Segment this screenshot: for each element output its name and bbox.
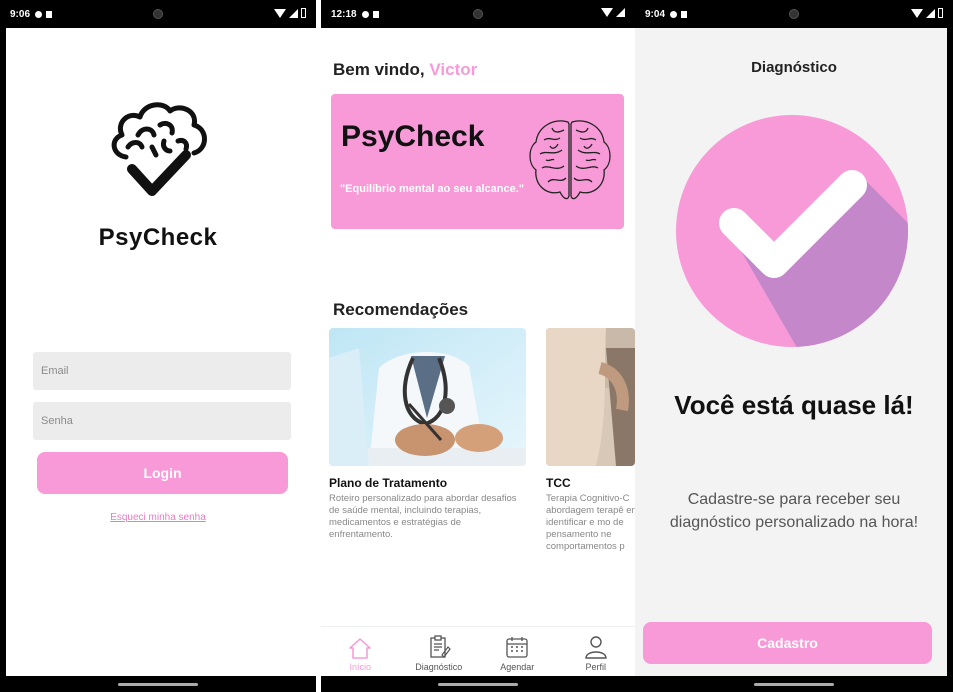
settings-icon (361, 10, 369, 18)
card-title: Plano de Tratamento (329, 476, 448, 490)
home-screen: 12:18 Bem vindo, Victor PsyCheck "Equilí… (321, 0, 635, 692)
system-nav-bar (321, 676, 635, 692)
notification-icon (46, 10, 53, 18)
nav-label: Perfil (585, 662, 606, 672)
status-bar: 9:04 (635, 0, 953, 28)
nav-label: Diagnóstico (415, 662, 463, 672)
recommendation-card[interactable]: TCC Terapia Cognitivo-C abordagem terapê… (546, 328, 635, 552)
home-gesture-pill[interactable] (438, 683, 518, 686)
home-gesture-pill[interactable] (118, 683, 198, 686)
nav-label: Agendar (500, 662, 535, 672)
recommendation-card[interactable]: Plano de Tratamento Roteiro personalizad… (329, 328, 526, 541)
nav-item-perfil[interactable]: Perfil (557, 627, 636, 676)
card-title: TCC (546, 476, 571, 490)
status-bar: 9:06 (0, 0, 316, 28)
status-time: 9:06 (10, 8, 31, 20)
brain-icon (529, 120, 611, 200)
card-description: Roteiro personalizado para abordar desaf… (329, 493, 517, 540)
system-nav-bar (635, 676, 953, 692)
headline: Você está quase lá! (674, 390, 914, 420)
cadastro-button[interactable]: Cadastro (643, 622, 932, 664)
nav-item-agendar[interactable]: Agendar (478, 627, 557, 676)
status-bar: 12:18 (321, 0, 635, 28)
calendar-icon (506, 637, 528, 658)
signal-icon (289, 8, 298, 18)
clipboard-icon (430, 635, 451, 658)
status-time: 9:04 (645, 8, 666, 20)
recommendations-title: Recomendações (333, 300, 469, 319)
app-name: PsyCheck (98, 224, 218, 251)
camera-icon (153, 9, 163, 19)
subtitle: Cadastre-se para receber seu diagnóstico… (669, 491, 919, 532)
signal-icon (616, 8, 625, 17)
card-image (329, 328, 526, 466)
login-button[interactable]: Login (37, 452, 288, 494)
nav-item-inicio[interactable]: Início (321, 627, 400, 676)
wifi-icon (274, 8, 286, 18)
signal-icon (926, 8, 935, 18)
user-icon (585, 636, 607, 659)
promo-banner[interactable]: PsyCheck "Equilíbrio mental ao seu alcan… (331, 94, 624, 229)
system-nav-bar (0, 676, 316, 692)
diagnosis-screen: 9:04 Diagnóstico Você está quase lá! Cad… (635, 0, 953, 692)
welcome-prefix: Bem vindo, (333, 60, 425, 79)
battery-icon (938, 8, 943, 18)
login-screen: 9:06 PsyCheck Login Esqueci minha senha (0, 0, 316, 692)
notification-icon (372, 10, 379, 18)
notification-icon (681, 10, 688, 18)
nav-item-diagnostico[interactable]: Diagnóstico (400, 627, 479, 676)
screen-edge (947, 28, 953, 676)
banner-quote: "Equilíbrio mental ao seu alcance." (339, 183, 525, 195)
check-circle-icon (676, 115, 908, 347)
password-field[interactable] (33, 402, 291, 440)
app-logo (0, 95, 316, 213)
nav-label: Início (349, 662, 371, 672)
wifi-icon (601, 8, 613, 17)
wifi-icon (911, 8, 923, 18)
forgot-password-link[interactable]: Esqueci minha senha (0, 512, 316, 523)
welcome-heading: Bem vindo, Victor (333, 60, 477, 80)
page-title: Diagnóstico (751, 59, 837, 76)
user-name: Victor (429, 60, 478, 79)
camera-icon (789, 9, 799, 19)
battery-icon (301, 8, 306, 18)
settings-icon (670, 10, 678, 18)
banner-title: PsyCheck (341, 120, 485, 153)
card-image (546, 328, 635, 466)
card-description: Terapia Cognitivo-C abordagem terapê em … (546, 493, 635, 552)
bottom-navigation: Início Diagnóstico Agendar Perfil (321, 626, 635, 676)
home-icon (349, 638, 371, 659)
email-field[interactable] (33, 352, 291, 390)
brain-check-logo-icon (111, 102, 207, 196)
camera-icon (473, 9, 483, 19)
home-gesture-pill[interactable] (754, 683, 834, 686)
status-time: 12:18 (331, 8, 357, 20)
settings-icon (35, 10, 43, 18)
